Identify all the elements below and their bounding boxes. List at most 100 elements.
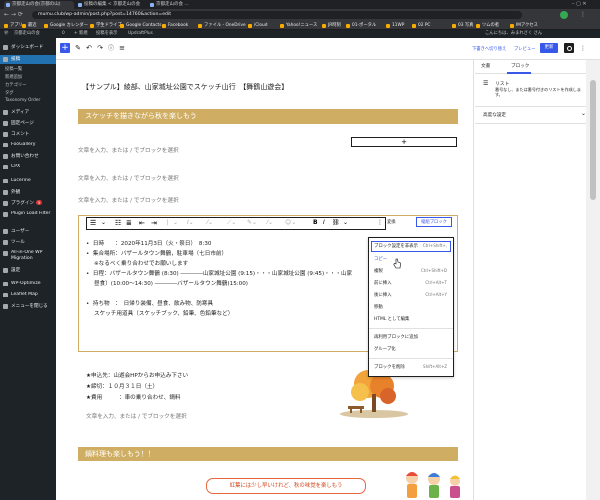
list-type-icon[interactable]: ☰ bbox=[90, 219, 96, 227]
settings-gear-icon[interactable] bbox=[564, 43, 574, 53]
add-block-inline-button[interactable]: + bbox=[351, 137, 457, 147]
bookmark-item[interactable]: 11WP bbox=[386, 22, 404, 29]
paragraph-placeholder[interactable]: 文章を入力、または / でブロックを選択 bbox=[78, 196, 179, 204]
sidebar-item[interactable]: コメント bbox=[0, 131, 56, 137]
paragraph-placeholder[interactable]: 文章を入力、または / でブロックを選択 bbox=[78, 146, 179, 154]
tools-icon[interactable]: ✎ bbox=[73, 43, 83, 54]
link-icon[interactable]: ⛓ bbox=[332, 219, 340, 226]
bookmark-item[interactable]: 最近 bbox=[22, 22, 37, 29]
preview-button[interactable]: プレビュー bbox=[514, 46, 535, 52]
bookmark-item[interactable]: ファイル - OneDrive bbox=[198, 22, 246, 29]
menu-item[interactable]: ブロックを削除 bbox=[374, 364, 405, 370]
profile-avatar[interactable] bbox=[560, 11, 568, 19]
list-item-cont[interactable]: 昼食）(10:00～14:30) ――――バザールタウン舞鶴(15:00) bbox=[94, 279, 248, 287]
undo-icon[interactable]: ↶ bbox=[84, 43, 94, 54]
unordered-list-icon[interactable]: ☷ bbox=[115, 219, 121, 227]
sidebar-item[interactable]: ユーザー bbox=[0, 228, 56, 234]
sidebar-item[interactable]: Leaflet Map bbox=[0, 292, 56, 297]
paragraph-placeholder[interactable]: 文章を入力、または / でブロックを選択 bbox=[78, 174, 179, 182]
update-button[interactable]: 更新 bbox=[540, 43, 558, 53]
switch-to-draft-button[interactable]: 下書きへ切り替え bbox=[472, 46, 506, 52]
menu-item[interactable]: 後に挿入 bbox=[374, 292, 392, 298]
bookmark-item[interactable]: JR時刻 bbox=[322, 22, 341, 29]
sidebar-item[interactable]: プラグイン 5 bbox=[0, 200, 56, 206]
redo-icon[interactable]: ↷ bbox=[95, 43, 105, 54]
scroll-thumb[interactable] bbox=[590, 80, 596, 200]
heading-band[interactable]: スケッチを描きながら秋を楽しもう bbox=[78, 109, 458, 124]
menu-icon[interactable]: ⋮ bbox=[580, 11, 588, 19]
list-item[interactable]: • 日程：バザールタウン舞鶴 (8:30) ――――山家城址公園 (9:15)・… bbox=[86, 269, 352, 277]
sidebar-subitem[interactable]: 新規追加 bbox=[0, 74, 56, 80]
sidebar-item[interactable]: ダッシュボード bbox=[0, 44, 56, 50]
list-item[interactable]: • 持ち物 ： 日帰り装備、昼食、飲み物、防寒具 bbox=[86, 299, 213, 307]
updraft-link[interactable]: UpdraftPlus bbox=[128, 30, 153, 38]
emoji-icon[interactable]: 😊⌄ bbox=[285, 219, 296, 226]
format-icon[interactable]: 𝐼⌄ bbox=[187, 219, 194, 227]
highlight-icon[interactable]: ⁄⌄ bbox=[267, 219, 273, 226]
sidebar-item[interactable]: CPX bbox=[0, 164, 56, 169]
bookmark-item[interactable]: iCloud bbox=[248, 22, 267, 29]
wp-logo-icon[interactable]: Ⓦ bbox=[4, 30, 8, 38]
list-item-note[interactable]: ※なるべく乗り合わせでお願いします bbox=[94, 259, 188, 267]
greeting[interactable]: こんにちは、みまれさく さん bbox=[485, 30, 542, 38]
bookmark-item[interactable]: Facebook bbox=[162, 22, 188, 29]
bookmark-item[interactable]: 03 写真 bbox=[452, 22, 473, 29]
page-scrollbar[interactable] bbox=[586, 60, 600, 500]
bookmark-item[interactable]: Google Contacts bbox=[120, 22, 161, 29]
add-block-button[interactable]: + bbox=[60, 43, 70, 53]
menu-item[interactable]: 再利用ブロックに追加 bbox=[374, 334, 418, 340]
bookmark-item[interactable]: IMアクセス bbox=[510, 22, 538, 29]
list-item-cont[interactable]: スケッチ用道具（スケッチブック、鉛筆、色鉛筆など） bbox=[94, 309, 233, 317]
sidebar-item[interactable]: 固定ページ bbox=[0, 120, 56, 126]
vertical-block-button[interactable]: 縦組ブロック bbox=[416, 217, 452, 227]
sidebar-item[interactable]: 外観 bbox=[0, 189, 56, 195]
sidebar-item[interactable]: 設定 bbox=[0, 267, 56, 273]
menu-item[interactable]: ブロック設定を非表示 bbox=[374, 243, 418, 249]
menu-item[interactable]: 前に挿入 bbox=[374, 280, 392, 286]
list-item[interactable]: • 集合場所：バザールタウン舞鶴，駐車場（七日市前） bbox=[86, 249, 227, 257]
sidebar-subitem[interactable]: カテゴリー bbox=[0, 82, 56, 88]
browser-tab[interactable]: 京都走山の会(京都の山) bbox=[4, 1, 74, 9]
sidebar-item[interactable]: ツール bbox=[0, 239, 56, 245]
new-button[interactable]: + 新規 bbox=[74, 30, 88, 38]
sidebar-item[interactable]: メニューを閉じる bbox=[0, 303, 56, 309]
sidebar-subitem[interactable]: 投稿一覧 bbox=[0, 66, 56, 72]
outline-icon[interactable]: ≡ bbox=[117, 43, 127, 54]
menu-item[interactable]: グループ化 bbox=[374, 346, 396, 352]
bookmark-item[interactable]: Yahoo!ニュース bbox=[280, 22, 317, 29]
note-line[interactable]: ★費用 ：車の乗り合わせ、鍋料 bbox=[86, 393, 181, 401]
sidebar-item[interactable]: Plugin Load Filter bbox=[0, 211, 56, 217]
browser-tab[interactable]: 投稿の編集 < 京都走山の会 bbox=[76, 1, 146, 9]
more-options-icon[interactable]: ⋮ bbox=[578, 43, 588, 54]
align-icon[interactable]: ⎸⌄ bbox=[167, 219, 178, 227]
speech-bubble[interactable]: 紅葉には少し早いけれど、秋の味覚を楽しもう bbox=[206, 478, 366, 494]
site-name[interactable]: 京都走山の会 bbox=[14, 30, 40, 38]
bookmark-item[interactable]: 01-ポータル bbox=[346, 22, 376, 29]
menu-item[interactable]: 移動 bbox=[374, 304, 383, 310]
nav-arrows-icon[interactable]: ← → ⟳ bbox=[4, 11, 23, 18]
ordered-list-icon[interactable]: ≣ bbox=[126, 219, 132, 227]
info-icon[interactable]: ⓘ bbox=[106, 43, 116, 54]
bold-icon[interactable]: B bbox=[313, 219, 318, 226]
sidebar-item[interactable]: WP-Optimize bbox=[0, 281, 56, 286]
tab-block[interactable]: ブロック bbox=[511, 63, 529, 69]
block-more-icon[interactable]: ⋮ bbox=[377, 219, 383, 226]
comments-count[interactable]: 0 bbox=[62, 30, 65, 38]
bookmark-item[interactable]: アプリ bbox=[4, 22, 23, 29]
sidebar-item[interactable]: Lucerine bbox=[0, 178, 56, 183]
sidebar-item[interactable]: FooGallery bbox=[0, 142, 56, 147]
sidebar-item[interactable]: 投稿 bbox=[0, 55, 56, 64]
bookmark-item[interactable]: 学生ドライブ bbox=[90, 22, 122, 29]
sidebar-item[interactable]: メディア bbox=[0, 109, 56, 115]
list-item[interactable]: • 日時 ：2020年11月3日（火・祭日） 8:30 bbox=[86, 239, 211, 247]
paragraph-placeholder[interactable]: 文章を入力、または / でブロックを選択 bbox=[86, 412, 187, 420]
browser-tab[interactable]: 京都走山の会 ... bbox=[148, 1, 218, 9]
view-post-link[interactable]: 投稿を表示 bbox=[96, 30, 117, 38]
variant-label[interactable]: 変換 bbox=[387, 219, 396, 225]
italic-icon[interactable]: I bbox=[323, 219, 325, 226]
bookmark-item[interactable]: 02 PC bbox=[412, 22, 430, 29]
advanced-settings-toggle[interactable]: 高度な設定 bbox=[483, 112, 506, 118]
heading-band[interactable]: 鍋料理も楽しもう！！ bbox=[78, 447, 458, 461]
sidebar-item[interactable]: お問い合わせ bbox=[0, 153, 56, 159]
menu-item[interactable]: コピー bbox=[374, 256, 387, 262]
